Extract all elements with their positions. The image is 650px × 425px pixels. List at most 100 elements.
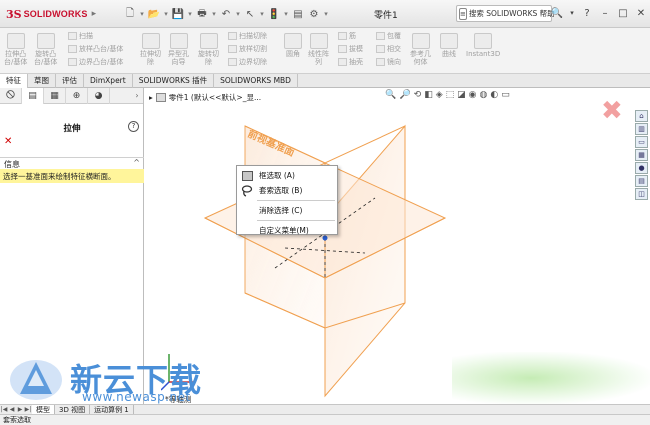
- tab-sketch[interactable]: 草图: [28, 74, 56, 88]
- chevron-down-icon[interactable]: ▾: [568, 5, 576, 21]
- help-button[interactable]: ?: [580, 5, 594, 21]
- new-document-icon[interactable]: 🗋: [122, 6, 138, 22]
- fillet-label: 圆角: [286, 50, 300, 58]
- revolve-cut-label: 旋转切 除: [198, 50, 219, 66]
- shell-button[interactable]: 抽壳: [338, 57, 363, 67]
- mirror-icon: [376, 58, 385, 66]
- chevron-down-icon[interactable]: ▾: [162, 10, 170, 18]
- menu-item-box-select[interactable]: 框选取 (A): [237, 168, 337, 183]
- chevron-down-icon[interactable]: ▾: [258, 10, 266, 18]
- solidworks-logo[interactable]: 3S SOLIDWORKS ▸: [6, 6, 96, 22]
- curves-icon: [440, 33, 458, 49]
- menu-arrow-icon[interactable]: ▸: [92, 9, 97, 19]
- search-icon[interactable]: 🔍: [550, 5, 564, 21]
- tab-addins[interactable]: SOLIDWORKS 插件: [133, 74, 215, 88]
- wrap-button[interactable]: 包覆: [376, 31, 401, 41]
- context-menu: 框选取 (A) 套索选取 (B) 消除选择 (C) 自定义菜单(M): [236, 165, 338, 235]
- tab-mbd[interactable]: SOLIDWORKS MBD: [214, 74, 298, 88]
- next-tab-icon[interactable]: ▶: [16, 406, 24, 413]
- chevron-down-icon[interactable]: ▾: [322, 10, 330, 18]
- feature-manager-icon[interactable]: 🛇: [0, 87, 22, 104]
- last-tab-icon[interactable]: ▶|: [24, 406, 32, 413]
- tab-motion-study[interactable]: 运动算例 1: [90, 404, 134, 415]
- cancel-x-icon[interactable]: ✕: [4, 136, 12, 147]
- tab-features[interactable]: 特征: [0, 74, 28, 88]
- chevron-up-icon[interactable]: ^: [133, 158, 140, 167]
- confirmation-close-icon[interactable]: ✖: [601, 98, 623, 124]
- extrude-cut-button[interactable]: 拉伸切 除: [140, 33, 161, 66]
- undo-icon[interactable]: ↶: [218, 6, 234, 22]
- chevron-right-icon[interactable]: ›: [131, 91, 143, 100]
- corner-watermark: [452, 352, 650, 404]
- maximize-button[interactable]: □: [616, 5, 630, 21]
- solidworks-resources-icon[interactable]: ⌂: [635, 110, 648, 122]
- intersect-button[interactable]: 相交: [376, 44, 401, 54]
- file-explorer-icon[interactable]: ▭: [635, 136, 648, 148]
- draft-button[interactable]: 拔模: [338, 44, 363, 54]
- first-tab-icon[interactable]: |◀: [0, 406, 8, 413]
- prev-tab-icon[interactable]: ◀: [8, 406, 16, 413]
- boundary-boss-button[interactable]: 边界凸台/基体: [68, 57, 123, 67]
- hole-wizard-button[interactable]: 异型孔 向导: [168, 33, 189, 66]
- reference-geometry-label: 参考几 何体: [410, 50, 431, 66]
- chevron-down-icon[interactable]: ▾: [138, 10, 146, 18]
- revolve-boss-button[interactable]: 旋转凸 台/基体: [34, 33, 57, 66]
- close-button[interactable]: ✕: [634, 5, 648, 21]
- design-library-icon[interactable]: ▥: [635, 123, 648, 135]
- revolve-cut-button[interactable]: 旋转切 除: [198, 33, 219, 66]
- linear-pattern-button[interactable]: 线性阵 列: [308, 33, 329, 66]
- lofted-cut-label: 放样切割: [239, 45, 267, 53]
- wrap-label: 包覆: [387, 32, 401, 40]
- info-section-header[interactable]: 信息 ^: [0, 157, 144, 169]
- property-manager-icon[interactable]: ▤: [22, 87, 44, 104]
- chevron-down-icon[interactable]: ▾: [282, 10, 290, 18]
- tab-3d-views[interactable]: 3D 视图: [55, 404, 91, 415]
- tab-model[interactable]: 模型: [32, 404, 55, 415]
- menu-item-lasso-select[interactable]: 套索选取 (B): [237, 183, 337, 198]
- fillet-button[interactable]: 圆角: [284, 33, 302, 58]
- custom-properties-icon[interactable]: ▤: [635, 175, 648, 187]
- open-folder-icon[interactable]: 📂: [146, 6, 162, 22]
- curves-button[interactable]: 曲线: [440, 33, 458, 58]
- window-controls: 🔍 ▾ ? – □ ✕: [550, 5, 648, 21]
- extrude-boss-button[interactable]: 拉伸凸 台/基体: [4, 33, 27, 66]
- view-palette-icon[interactable]: ▦: [635, 149, 648, 161]
- display-manager-icon[interactable]: ◕: [88, 87, 110, 104]
- help-icon[interactable]: ?: [128, 121, 139, 132]
- tab-evaluate[interactable]: 评估: [56, 74, 84, 88]
- menu-item-clear-selection[interactable]: 消除选择 (C): [237, 203, 337, 218]
- menu-item-customize-menu[interactable]: 自定义菜单(M): [237, 223, 337, 238]
- configuration-manager-icon[interactable]: ▦: [44, 87, 66, 104]
- mirror-button[interactable]: 镜向: [376, 57, 401, 67]
- forum-icon[interactable]: ◫: [635, 188, 648, 200]
- file-properties-icon[interactable]: ▤: [290, 6, 306, 22]
- chevron-down-icon[interactable]: ▾: [210, 10, 218, 18]
- select-pointer-icon[interactable]: ↖: [242, 6, 258, 22]
- dimxpert-manager-icon[interactable]: ⊕: [66, 87, 88, 104]
- help-search-box[interactable]: ≡ 搜索 SOLIDWORKS 帮助: [456, 5, 555, 22]
- options-gear-icon[interactable]: ⚙: [306, 6, 322, 22]
- print-icon[interactable]: 🖶: [194, 6, 210, 22]
- menu-item-label: 消除选择 (C): [259, 206, 303, 215]
- swept-cut-button[interactable]: 扫描切除: [228, 31, 267, 41]
- shell-icon: [338, 58, 347, 66]
- tab-dimxpert[interactable]: DimXpert: [84, 74, 133, 88]
- rebuild-icon[interactable]: 🚦: [266, 6, 282, 22]
- rib-button[interactable]: 筋: [338, 31, 356, 41]
- appearances-icon[interactable]: ●: [635, 162, 648, 174]
- minimize-button[interactable]: –: [598, 5, 612, 21]
- reference-geometry-button[interactable]: 参考几 何体: [410, 33, 431, 66]
- sweep-button[interactable]: 扫描: [68, 31, 93, 41]
- instant3d-button[interactable]: Instant3D: [466, 33, 500, 58]
- loft-boss-icon: [68, 45, 77, 53]
- chevron-down-icon[interactable]: ▾: [234, 10, 242, 18]
- ds-logo-mark: 3S: [6, 7, 22, 21]
- boundary-cut-button[interactable]: 边界切除: [228, 57, 267, 67]
- save-icon[interactable]: 💾: [170, 6, 186, 22]
- loft-boss-label: 放样凸台/基体: [79, 45, 124, 53]
- loft-boss-button[interactable]: 放样凸台/基体: [68, 44, 123, 54]
- chevron-down-icon[interactable]: ▾: [186, 10, 194, 18]
- menu-item-label: 自定义菜单(M): [259, 226, 309, 235]
- site-watermark: 新云下载 www.newasp.net: [6, 356, 202, 404]
- lofted-cut-button[interactable]: 放样切割: [228, 44, 267, 54]
